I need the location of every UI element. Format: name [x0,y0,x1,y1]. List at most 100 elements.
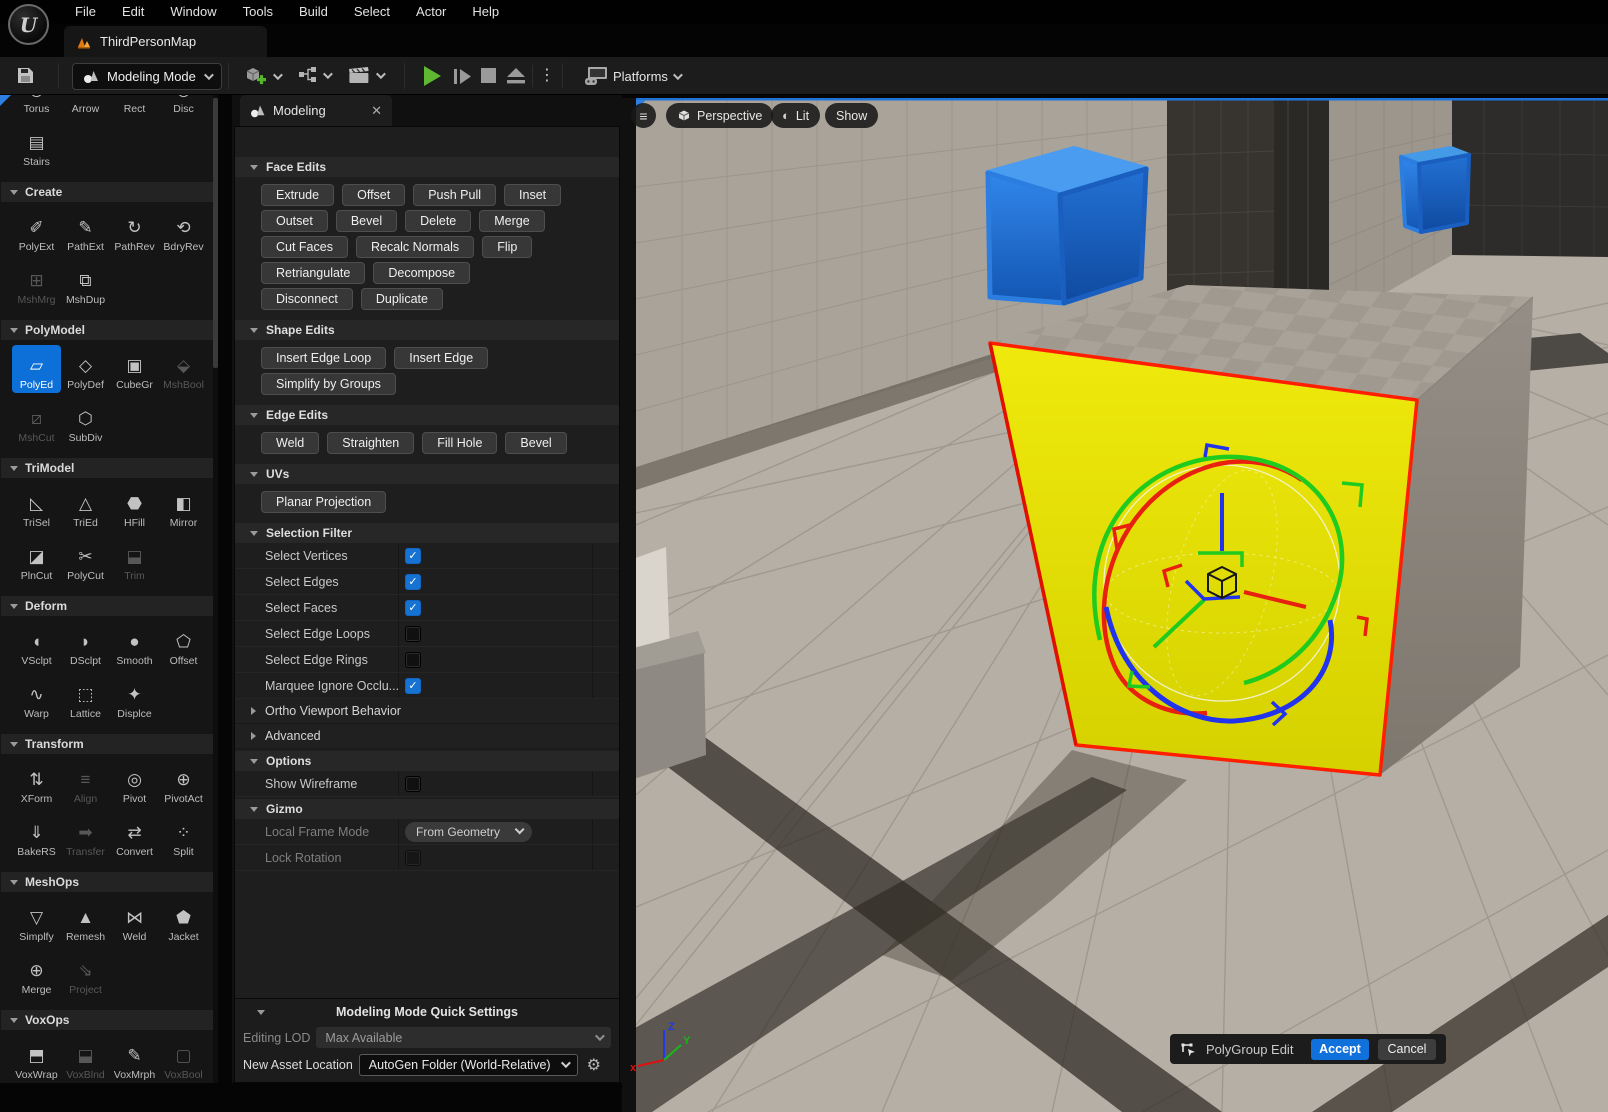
tool-polycut[interactable]: ✂PolyCut [61,536,110,584]
menu-select[interactable]: Select [341,0,403,24]
section-ortho-viewport-behavior[interactable]: Ortho Viewport Behavior [235,699,619,724]
blue-cube-left[interactable] [988,149,1146,303]
show-menu-button[interactable]: Show [825,103,878,128]
button-flip[interactable]: Flip [482,236,532,258]
tool-mshdup[interactable]: ⧉MshDup [61,260,110,308]
perspective-selector[interactable]: Perspective [666,103,773,128]
close-icon[interactable]: ✕ [371,103,382,119]
button-extrude[interactable]: Extrude [261,184,334,206]
section-gizmo[interactable]: Gizmo [235,799,619,819]
main-cube[interactable] [990,285,1533,775]
button-recalc-normals[interactable]: Recalc Normals [356,236,474,258]
tool-pivot[interactable]: ◎Pivot [110,759,159,807]
button-insert-edge-loop[interactable]: Insert Edge Loop [261,347,386,369]
blueprints-button[interactable] [298,65,330,85]
section-edge-edits[interactable]: Edge Edits [235,405,619,425]
button-outset[interactable]: Outset [261,210,328,232]
button-straighten[interactable]: Straighten [327,432,414,454]
lit-mode-selector[interactable]: ◐ Lit [771,103,820,128]
button-planar-projection[interactable]: Planar Projection [261,491,386,513]
button-merge[interactable]: Merge [479,210,544,232]
viewport-menu-button[interactable]: ≡ [631,103,656,128]
tool-pivotact[interactable]: ⊕PivotAct [159,759,208,807]
section-selection-filter[interactable]: Selection Filter [235,523,619,543]
palette-section-meshops[interactable]: MeshOps [1,872,217,892]
tool-stairs[interactable]: ▤Stairs [12,122,61,170]
checkbox-select-edges[interactable]: ✓ [405,574,421,590]
tool-disc[interactable]: ◉Disc [159,95,208,117]
tool-split[interactable]: ⁘Split [159,812,208,860]
palette-section-trimodel[interactable]: TriModel [1,458,217,478]
button-disconnect[interactable]: Disconnect [261,288,353,310]
mode-selector-dropdown[interactable]: Modeling Mode [72,63,222,90]
palette-section-deform[interactable]: Deform [1,596,217,616]
tool-voxmrph[interactable]: ✎VoxMrph [110,1035,159,1083]
tab-thirdpersonmap[interactable]: ThirdPersonMap [64,26,267,57]
tool-vsclpt[interactable]: ◖VSclpt [12,621,61,669]
tool-polyext[interactable]: ✐PolyExt [12,207,61,255]
tool-mirror[interactable]: ◧Mirror [159,483,208,531]
tool-remesh[interactable]: ▲Remesh [61,897,110,945]
tool-polyed[interactable]: ▱PolyEd [12,345,61,393]
menu-window[interactable]: Window [157,0,229,24]
tool-lattice[interactable]: ⬚Lattice [61,674,110,722]
palette-section-voxops[interactable]: VoxOps [1,1010,217,1030]
tool-hfill[interactable]: ⬣HFill [110,483,159,531]
tool-torus[interactable]: ◎Torus [12,95,61,117]
platforms-button[interactable]: Platforms [584,66,680,87]
palette-section-polymodel[interactable]: PolyModel [1,320,217,340]
tool-voxwrap[interactable]: ⬒VoxWrap [12,1035,61,1083]
checkbox-select-faces[interactable]: ✓ [405,600,421,616]
checkbox-show-wireframe[interactable] [405,776,421,792]
menu-tools[interactable]: Tools [230,0,286,24]
blue-cube-right[interactable] [1401,148,1469,232]
section-options[interactable]: Options [235,751,619,771]
tool-rect[interactable]: ▭Rect [110,95,159,117]
section-face-edits[interactable]: Face Edits [235,157,619,177]
tool-pathrev[interactable]: ↻PathRev [110,207,159,255]
button-bevel[interactable]: Bevel [505,432,566,454]
play-button[interactable] [424,66,441,86]
tool-displce[interactable]: ✦Displce [110,674,159,722]
tool-weld[interactable]: ⋈Weld [110,897,159,945]
button-push-pull[interactable]: Push Pull [413,184,496,206]
menu-actor[interactable]: Actor [403,0,459,24]
button-simplify-by-groups[interactable]: Simplify by Groups [261,373,396,395]
skip-button[interactable] [453,68,473,90]
button-weld[interactable]: Weld [261,432,319,454]
checkbox-marquee-ignore-occlu[interactable]: ✓ [405,678,421,694]
tool-simplfy[interactable]: ▽Simplfy [12,897,61,945]
tool-jacket[interactable]: ⬟Jacket [159,897,208,945]
tool-xform[interactable]: ⇅XForm [12,759,61,807]
button-cut-faces[interactable]: Cut Faces [261,236,348,258]
tool-bdryrev[interactable]: ⟲BdryRev [159,207,208,255]
menu-help[interactable]: Help [459,0,512,24]
checkbox-select-edge-rings[interactable] [405,652,421,668]
tool-dsclpt[interactable]: ◗DSclpt [61,621,110,669]
button-inset[interactable]: Inset [504,184,561,206]
save-button[interactable] [16,66,35,85]
section-shape-edits[interactable]: Shape Edits [235,320,619,340]
tool-plncut[interactable]: ◪PlnCut [12,536,61,584]
tool-subdiv[interactable]: ⬡SubDiv [61,398,110,446]
tool-pathext[interactable]: ✎PathExt [61,207,110,255]
button-offset[interactable]: Offset [342,184,405,206]
cinematics-button[interactable] [348,65,383,85]
tool-arrow[interactable]: ➤Arrow [61,95,110,117]
tool-offset[interactable]: ⬠Offset [159,621,208,669]
button-bevel[interactable]: Bevel [336,210,397,232]
tool-convert[interactable]: ⇄Convert [110,812,159,860]
checkbox-select-edge-loops[interactable] [405,626,421,642]
quick-settings-header[interactable]: Modeling Mode Quick Settings [235,999,619,1025]
tool-trisel[interactable]: ◺TriSel [12,483,61,531]
button-decompose[interactable]: Decompose [373,262,470,284]
play-options-kebab[interactable]: ⋮ [539,65,555,85]
section-advanced[interactable]: Advanced [235,724,619,749]
tool-cubegr[interactable]: ▣CubeGr [110,345,159,393]
palette-section-create[interactable]: Create [1,182,217,202]
new-asset-location-dropdown[interactable]: AutoGen Folder (World-Relative) [359,1054,578,1076]
tool-polydef[interactable]: ◇PolyDef [61,345,110,393]
eject-button[interactable] [506,67,526,90]
section-uvs[interactable]: UVs [235,464,619,484]
modeling-panel-tab[interactable]: Modeling ✕ [240,95,392,126]
